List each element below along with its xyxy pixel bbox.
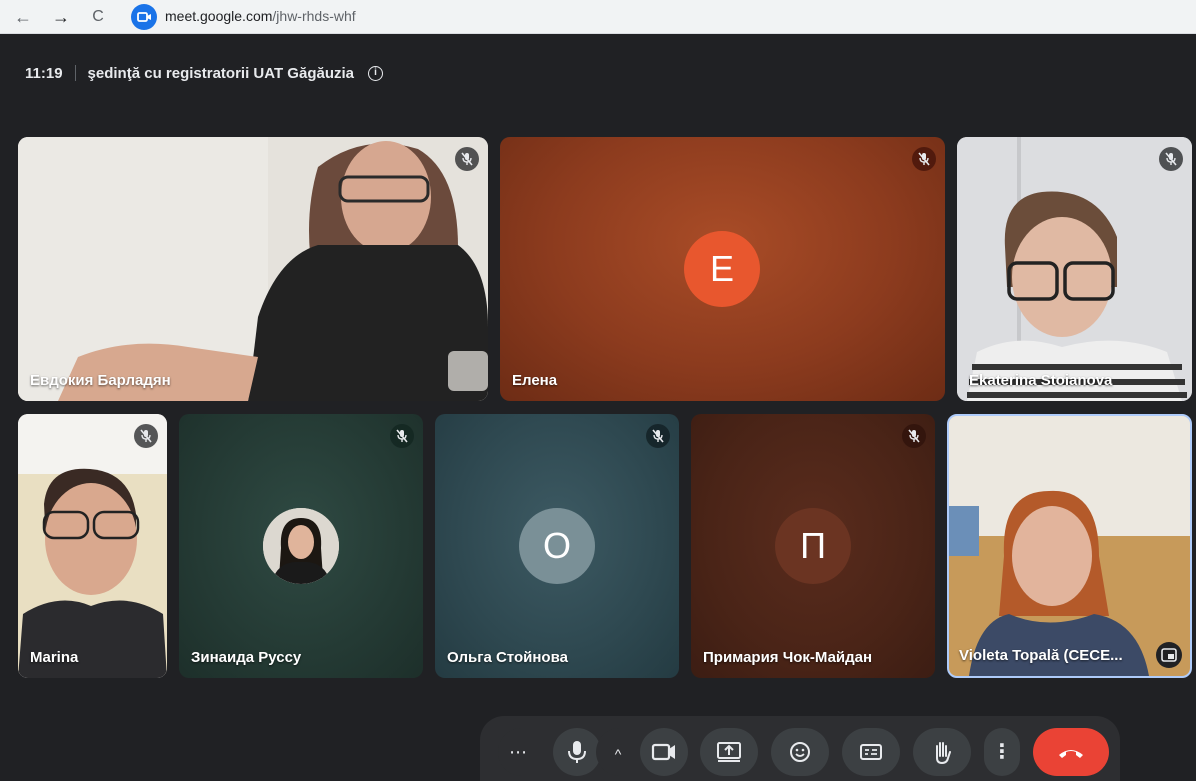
participant-tile-zinaida[interactable]: Зинаида Руссу [179,414,423,678]
emoji-icon [790,742,810,762]
meeting-header: 11:19 şedinţă cu registratorii UAT Găgău… [25,64,383,82]
participant-name: Ольга Стойнова [447,649,568,666]
camera-button[interactable] [640,728,688,776]
call-controls: ⋯ ^ ⋮ [480,716,1120,781]
participant-name: Елена [512,372,558,389]
participant-avatar: E [684,231,760,307]
forward-icon[interactable]: → [49,5,73,29]
raise-hand-button[interactable] [913,728,971,776]
participant-name: Евдокия Барладян [30,372,171,389]
muted-icon [390,424,414,448]
participant-avatar-photo [263,508,339,584]
url-path: /jhw-rhds-whf [272,8,356,24]
participant-video [18,414,167,678]
participant-tile-primaria[interactable]: П Примария Чок-Майдан [691,414,935,678]
muted-icon [455,147,479,171]
muted-icon [1159,147,1183,171]
video-control-group: ^ [596,728,688,776]
reload-icon[interactable]: C [86,5,110,29]
picture-in-picture-icon[interactable] [1156,642,1182,668]
audio-control-group: ⋯ [498,728,601,776]
back-icon[interactable]: ← [11,5,35,29]
microphone-button[interactable] [553,728,601,776]
participant-video [18,137,488,401]
participant-tile-violeta[interactable]: Violeta Topală (CECE... [947,414,1192,678]
participant-avatar: О [519,508,595,584]
participant-tile-elena[interactable]: E Елена [500,137,945,401]
closed-captions-icon [860,744,882,760]
more-vert-icon: ⋮ [992,741,1012,763]
browser-toolbar: ← → C meet.google.com/jhw-rhds-whf [0,0,1196,34]
microphone-icon [568,741,586,763]
participant-video [949,416,1190,676]
chevron-up-icon[interactable]: ^ [606,742,630,766]
info-icon[interactable]: i [368,65,383,81]
participant-name: Зинаида Руссу [191,649,302,666]
more-options-icon[interactable]: ⋯ [506,740,530,764]
muted-icon [134,424,158,448]
end-call-icon [1059,750,1083,758]
captions-button[interactable] [842,728,900,776]
meeting-title: şedinţă cu registratorii UAT Găgăuzia [87,64,354,82]
participant-name: Marina [30,649,79,666]
header-divider [74,65,76,81]
reactions-button[interactable] [771,728,829,776]
meeting-time: 11:19 [25,64,63,82]
participant-tile-olga[interactable]: О Ольга Стойнова [435,414,679,678]
participant-tile-marina[interactable]: Marina [18,414,167,678]
participant-name: Примария Чок-Майдан [703,649,873,666]
site-info-icon[interactable] [131,4,157,30]
muted-icon [646,424,670,448]
url-host: meet.google.com [165,8,273,24]
muted-icon [902,424,926,448]
present-button[interactable] [700,728,758,776]
participant-tile-ekaterina[interactable]: Ekaterina Stoianova [957,137,1192,401]
participant-name: Ekaterina Stoianova [969,372,1113,389]
address-bar[interactable]: meet.google.com/jhw-rhds-whf [165,8,356,24]
more-options-button[interactable]: ⋮ [984,728,1020,776]
muted-icon [912,147,936,171]
present-screen-icon [717,742,741,762]
participant-avatar: П [775,508,851,584]
participant-video [957,137,1192,401]
participant-tile-evdokia[interactable]: Евдокия Барладян [18,137,488,401]
camera-icon [651,743,675,761]
raise-hand-icon [936,742,951,765]
participant-name: Violeta Topală (CECE... [959,647,1123,664]
leave-call-button[interactable] [1033,728,1109,776]
